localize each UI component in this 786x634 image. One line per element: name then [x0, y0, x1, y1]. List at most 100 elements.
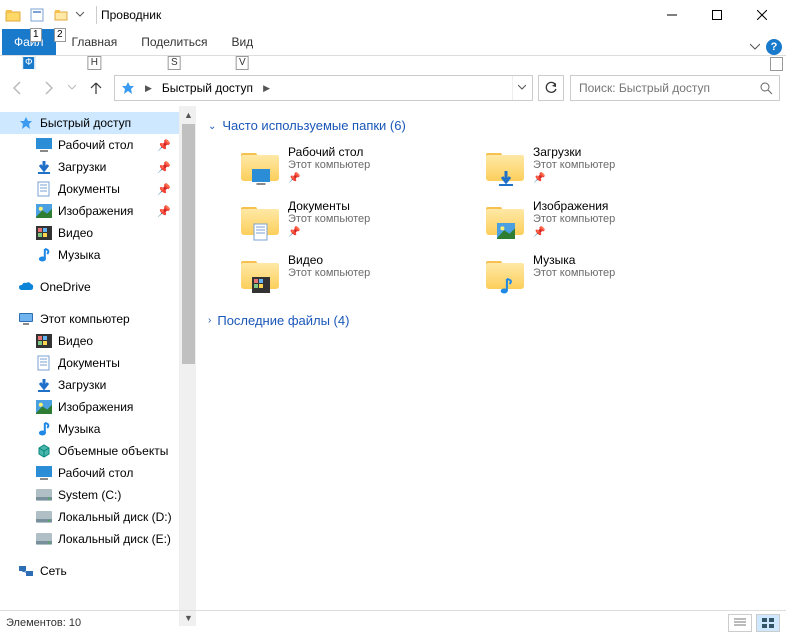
folder-item-downloads[interactable]: Загрузки Этот компьютер 📌	[481, 141, 716, 195]
pin-icon: 📌	[157, 183, 171, 196]
sidebar-item-video[interactable]: Видео	[0, 222, 179, 244]
sidebar-item-desktop[interactable]: Рабочий стол 📌	[0, 134, 179, 156]
sidebar-item-label: Загрузки	[58, 378, 106, 392]
breadcrumb-current[interactable]: Быстрый доступ	[158, 76, 257, 100]
sidebar-item-network[interactable]: Сеть	[0, 560, 179, 582]
scroll-up[interactable]: ▲	[180, 106, 197, 123]
qat-dropdown[interactable]	[74, 4, 86, 26]
back-button[interactable]	[6, 76, 30, 100]
drive-icon	[36, 509, 52, 525]
folder-name: Изображения	[533, 199, 615, 213]
status-text: Элементов: 10	[6, 617, 81, 629]
search-input[interactable]	[577, 80, 760, 96]
forward-button[interactable]	[36, 76, 60, 100]
pictures-icon	[36, 399, 52, 415]
drive-icon	[36, 487, 52, 503]
folder-item-desktop[interactable]: Рабочий стол Этот компьютер 📌	[236, 141, 471, 195]
sidebar-item-documents[interactable]: Документы📌	[0, 178, 179, 200]
key-hint: 2	[54, 28, 66, 42]
pin-icon: 📌	[157, 205, 171, 218]
folder-item-video[interactable]: Видео Этот компьютер	[236, 249, 471, 303]
group-recent-header[interactable]: › Последние файлы (4)	[208, 313, 774, 328]
scroll-thumb[interactable]	[182, 124, 195, 364]
ribbon: Файл Ф Главная H Поделиться S Вид V ? E	[0, 30, 786, 56]
folder-icon	[240, 145, 280, 185]
address-box[interactable]: ▶ Быстрый доступ ▶	[114, 75, 533, 101]
refresh-button[interactable]	[538, 75, 564, 101]
qat-btn-2[interactable]: 2	[50, 4, 72, 26]
scrollbar[interactable]: ▲ ▼	[179, 106, 196, 626]
sidebar-item-documents[interactable]: Документы	[0, 352, 179, 374]
breadcrumb-root[interactable]	[117, 76, 139, 100]
content-area: ⌄ Часто используемые папки (6) Рабочий с…	[196, 106, 786, 626]
sidebar-item-pictures[interactable]: Изображения	[0, 396, 179, 418]
minimize-button[interactable]	[649, 0, 694, 30]
tab-file[interactable]: Файл Ф	[2, 29, 56, 55]
refresh-icon	[544, 81, 558, 95]
sidebar-item-quick-access[interactable]: Быстрый доступ	[0, 112, 179, 134]
key-hint: S	[168, 56, 181, 70]
sidebar-item-this-pc[interactable]: Этот компьютер	[0, 308, 179, 330]
chevron-right-icon[interactable]: ▶	[141, 83, 156, 94]
sidebar-item-drive[interactable]: System (C:)	[0, 484, 179, 506]
sidebar-item-downloads[interactable]: Загрузки	[0, 374, 179, 396]
new-folder-icon	[54, 8, 68, 22]
sidebar-item-downloads[interactable]: Загрузки📌	[0, 156, 179, 178]
video-icon	[36, 225, 52, 241]
address-history-dropdown[interactable]	[512, 76, 530, 100]
folder-name: Документы	[288, 199, 370, 213]
search-box[interactable]	[570, 75, 780, 101]
pin-icon: 📌	[157, 139, 171, 152]
sidebar-item-label: Быстрый доступ	[40, 116, 131, 130]
sidebar-item-label: Рабочий стол	[58, 138, 133, 152]
drive-icon	[36, 531, 52, 547]
key-hint: Ф	[22, 56, 36, 70]
address-bar: ▶ Быстрый доступ ▶	[0, 70, 786, 106]
folder-item-music[interactable]: Музыка Этот компьютер	[481, 249, 716, 303]
frequent-folders-grid: Рабочий стол Этот компьютер 📌 Загрузки Э…	[236, 141, 716, 303]
sidebar-item-desktop[interactable]: Рабочий стол	[0, 462, 179, 484]
folder-location: Этот компьютер	[288, 267, 370, 279]
sidebar-item-label: Музыка	[58, 422, 100, 436]
sidebar-item-drive[interactable]: Локальный диск (D:)	[0, 506, 179, 528]
qat-btn-1[interactable]: 1	[26, 4, 48, 26]
sidebar-item-label: Загрузки	[58, 160, 106, 174]
explorer-app-icon[interactable]	[2, 4, 24, 26]
folder-item-pictures[interactable]: Изображения Этот компьютер 📌	[481, 195, 716, 249]
cloud-icon	[18, 279, 34, 295]
view-details-button[interactable]	[728, 614, 752, 632]
group-label: Часто используемые папки (6)	[222, 118, 405, 133]
sidebar-item-video[interactable]: Видео	[0, 330, 179, 352]
sidebar-item-pictures[interactable]: Изображения📌	[0, 200, 179, 222]
tab-share[interactable]: Поделиться S	[129, 29, 219, 55]
close-button[interactable]	[739, 0, 784, 30]
tab-home[interactable]: Главная H	[60, 29, 130, 55]
sidebar-item-3d[interactable]: Объемные объекты	[0, 440, 179, 462]
pin-icon: 📌	[533, 227, 615, 238]
pictures-icon	[36, 203, 52, 219]
folder-icon	[240, 253, 280, 293]
chevron-down-icon[interactable]	[750, 42, 760, 52]
view-icons-button[interactable]	[756, 614, 780, 632]
search-icon[interactable]	[760, 82, 773, 95]
maximize-button[interactable]	[694, 0, 739, 30]
group-frequent-header[interactable]: ⌄ Часто используемые папки (6)	[208, 118, 774, 133]
sidebar-item-onedrive[interactable]: OneDrive	[0, 276, 179, 298]
chevron-right-icon[interactable]: ▶	[259, 83, 274, 94]
sidebar-item-label: Рабочий стол	[58, 466, 133, 480]
tab-view[interactable]: Вид V	[219, 29, 265, 55]
arrow-up-icon	[88, 80, 104, 96]
folder-name: Загрузки	[533, 145, 615, 159]
recent-dropdown[interactable]	[66, 76, 78, 100]
tab-label: Поделиться	[141, 35, 207, 49]
sidebar-item-music[interactable]: Музыка	[0, 244, 179, 266]
status-bar: Элементов: 10	[0, 610, 786, 634]
pin-icon: 📌	[288, 173, 370, 184]
help-button[interactable]: ? E	[766, 39, 782, 55]
folder-item-documents[interactable]: Документы Этот компьютер 📌	[236, 195, 471, 249]
folder-icon	[485, 253, 525, 293]
up-button[interactable]	[84, 76, 108, 100]
properties-icon	[30, 8, 44, 22]
sidebar-item-drive[interactable]: Локальный диск (E:)	[0, 528, 179, 550]
sidebar-item-music[interactable]: Музыка	[0, 418, 179, 440]
